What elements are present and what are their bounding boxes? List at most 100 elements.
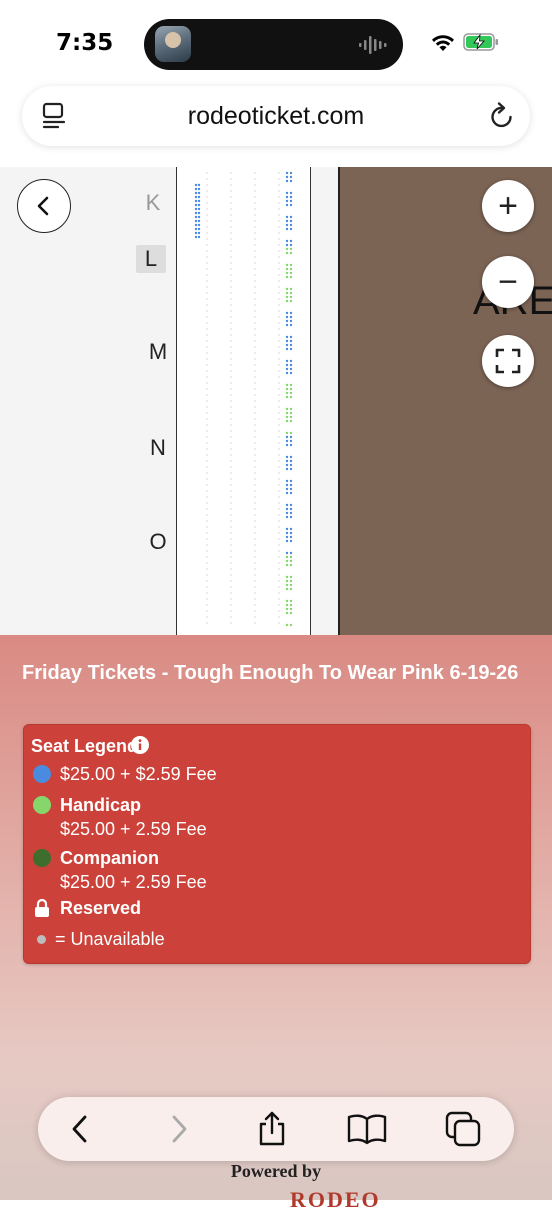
seat[interactable] (285, 315, 289, 319)
back-nav-button[interactable] (60, 1109, 100, 1149)
seat[interactable] (254, 208, 256, 210)
seat[interactable] (289, 387, 293, 391)
seat[interactable] (206, 196, 208, 198)
seat[interactable] (254, 598, 256, 600)
seat[interactable] (285, 275, 289, 279)
seat[interactable] (278, 352, 280, 354)
seat[interactable] (230, 436, 232, 438)
seat[interactable] (285, 511, 289, 515)
seat[interactable] (278, 556, 280, 558)
seat[interactable] (289, 275, 293, 279)
seat[interactable] (206, 622, 208, 624)
seat[interactable] (254, 382, 256, 384)
seat[interactable] (289, 503, 293, 507)
seat[interactable] (206, 346, 208, 348)
seat[interactable] (230, 508, 232, 510)
seat[interactable] (254, 334, 256, 336)
seat[interactable] (254, 484, 256, 486)
seat[interactable] (206, 520, 208, 522)
seat[interactable] (285, 607, 289, 611)
tabs-button[interactable] (443, 1109, 483, 1149)
seat[interactable] (278, 256, 280, 258)
seat[interactable] (289, 479, 293, 483)
seat[interactable] (278, 544, 280, 546)
seat[interactable] (230, 310, 232, 312)
seat[interactable] (285, 551, 289, 555)
seat[interactable] (206, 550, 208, 552)
seat[interactable] (254, 226, 256, 228)
seat[interactable] (254, 214, 256, 216)
seat[interactable] (206, 442, 208, 444)
seat[interactable] (206, 484, 208, 486)
seat[interactable] (278, 448, 280, 450)
seat[interactable] (206, 490, 208, 492)
seat[interactable] (254, 508, 256, 510)
seat[interactable] (230, 370, 232, 372)
seat[interactable] (206, 190, 208, 192)
seat[interactable] (289, 315, 293, 319)
seat[interactable] (278, 568, 280, 570)
seat[interactable] (285, 239, 289, 243)
seat[interactable] (194, 211, 198, 215)
seat[interactable] (254, 580, 256, 582)
seat[interactable] (230, 454, 232, 456)
seat[interactable] (230, 262, 232, 264)
seat[interactable] (278, 214, 280, 216)
seat[interactable] (285, 171, 289, 175)
seat[interactable] (194, 195, 198, 199)
seat[interactable] (254, 238, 256, 240)
seat[interactable] (254, 400, 256, 402)
seat[interactable] (206, 322, 208, 324)
seat[interactable] (278, 244, 280, 246)
seat[interactable] (278, 526, 280, 528)
seat[interactable] (289, 227, 293, 231)
seat[interactable] (230, 196, 232, 198)
seat[interactable] (230, 364, 232, 366)
seat[interactable] (289, 443, 293, 447)
seat[interactable] (230, 598, 232, 600)
seat[interactable] (278, 466, 280, 468)
seat[interactable] (278, 586, 280, 588)
seat[interactable] (206, 604, 208, 606)
seat-grid[interactable] (177, 167, 310, 635)
seat[interactable] (289, 199, 293, 203)
seat[interactable] (278, 472, 280, 474)
seat[interactable] (254, 448, 256, 450)
seat[interactable] (230, 298, 232, 300)
seat[interactable] (206, 394, 208, 396)
seat[interactable] (285, 599, 289, 603)
seat[interactable] (278, 514, 280, 516)
seat[interactable] (289, 363, 293, 367)
seat[interactable] (254, 232, 256, 234)
seat[interactable] (230, 538, 232, 540)
seat[interactable] (278, 358, 280, 360)
seat[interactable] (289, 215, 293, 219)
seat[interactable] (289, 367, 293, 371)
zoom-in-button[interactable]: + (482, 180, 534, 232)
share-button[interactable] (252, 1109, 292, 1149)
seat[interactable] (206, 562, 208, 564)
seat[interactable] (289, 539, 293, 543)
seat[interactable] (289, 271, 293, 275)
seat[interactable] (285, 335, 289, 339)
seat[interactable] (289, 319, 293, 323)
seat[interactable] (285, 559, 289, 563)
seat[interactable] (254, 292, 256, 294)
seat[interactable] (278, 478, 280, 480)
seat[interactable] (197, 227, 201, 231)
seat[interactable] (254, 406, 256, 408)
seat[interactable] (197, 195, 201, 199)
seat[interactable] (285, 411, 289, 415)
seat[interactable] (206, 400, 208, 402)
seat[interactable] (254, 436, 256, 438)
seat[interactable] (278, 346, 280, 348)
seat[interactable] (254, 364, 256, 366)
seat[interactable] (206, 412, 208, 414)
seat[interactable] (206, 358, 208, 360)
seat[interactable] (278, 484, 280, 486)
seat[interactable] (230, 328, 232, 330)
seat[interactable] (289, 343, 293, 347)
seat[interactable] (278, 400, 280, 402)
zoom-out-button[interactable]: − (482, 256, 534, 308)
seat[interactable] (206, 592, 208, 594)
